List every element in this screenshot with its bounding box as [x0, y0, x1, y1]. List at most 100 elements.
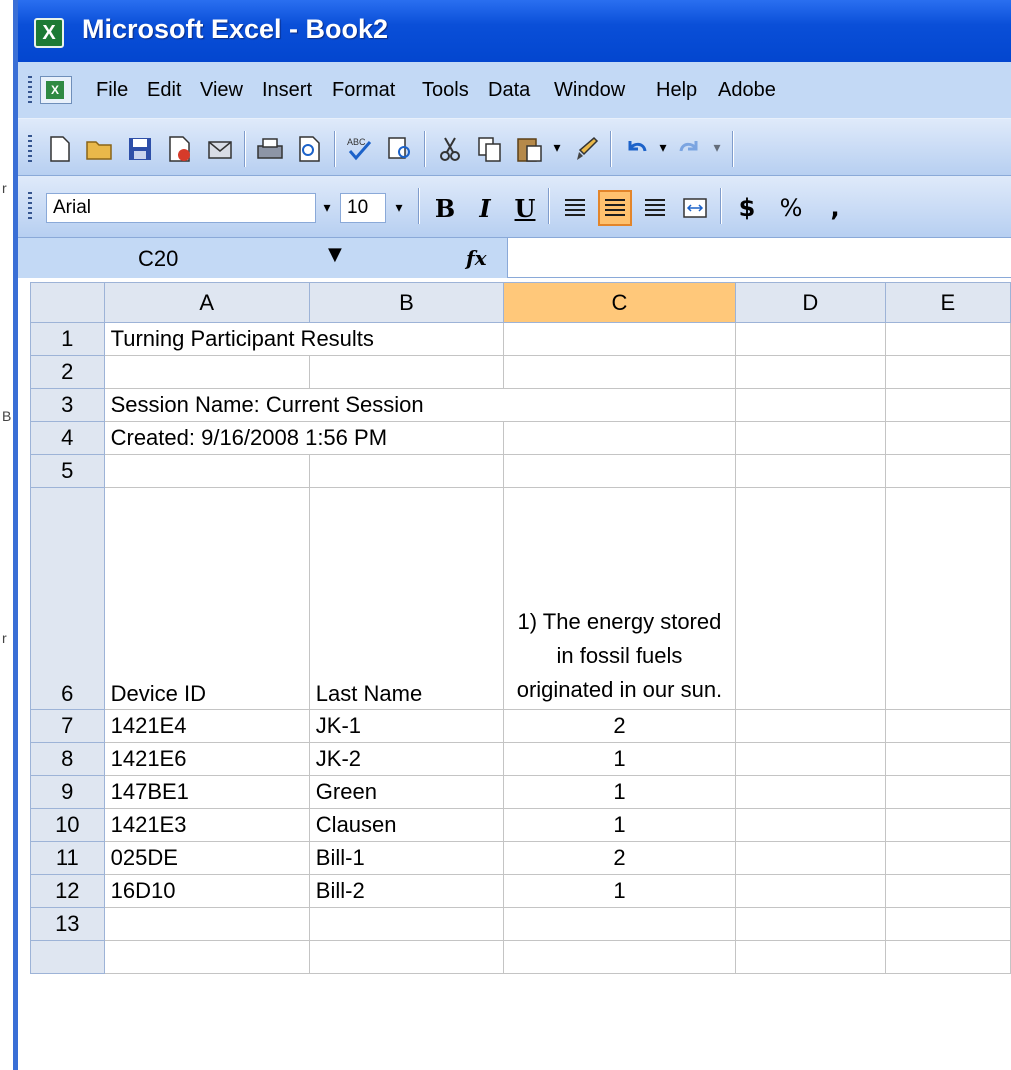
cell-e2[interactable]	[884, 355, 1011, 389]
cell-e12[interactable]	[884, 874, 1011, 908]
currency-button[interactable]: $	[730, 190, 764, 226]
row-header[interactable]: 6	[30, 487, 105, 710]
cell-d7[interactable]	[734, 709, 886, 743]
email-icon[interactable]	[204, 133, 236, 165]
cell-d5[interactable]	[734, 454, 886, 488]
cell-c5[interactable]	[503, 454, 736, 488]
menu-view[interactable]: View	[200, 79, 243, 102]
cell-a1[interactable]: Turning Participant Results	[103, 322, 374, 356]
merge-center-button[interactable]	[678, 190, 712, 226]
cell-d4[interactable]	[734, 421, 886, 455]
align-left-button[interactable]	[558, 190, 592, 226]
cell-c7[interactable]: 2	[503, 709, 736, 743]
cell-a6[interactable]: Device ID	[103, 487, 310, 710]
toolbar-grip-handle[interactable]	[28, 192, 32, 220]
menu-data[interactable]: Data	[488, 79, 530, 102]
cell-d10[interactable]	[734, 808, 886, 842]
row-header[interactable]: 11	[30, 841, 105, 875]
cell-c14[interactable]	[503, 940, 736, 974]
row-header[interactable]: 3	[30, 388, 105, 422]
comma-style-button[interactable]: ,	[818, 190, 852, 226]
formula-input[interactable]	[510, 238, 1010, 278]
cell-a3[interactable]: Session Name: Current Session	[103, 388, 424, 422]
cell-c1[interactable]	[503, 322, 736, 356]
row-header[interactable]: 5	[30, 454, 105, 488]
cell-a9[interactable]: 147BE1	[103, 775, 310, 809]
font-dropdown-icon[interactable]: ▾	[316, 193, 338, 223]
toolbar-grip-handle[interactable]	[28, 135, 32, 163]
save-icon[interactable]	[124, 133, 156, 165]
research-icon[interactable]	[384, 133, 416, 165]
insert-function-icon[interactable]: fx	[466, 246, 487, 270]
print-preview-icon[interactable]	[294, 133, 326, 165]
undo-icon[interactable]	[620, 133, 652, 165]
row-header[interactable]: 2	[30, 355, 105, 389]
cell-c12[interactable]: 1	[503, 874, 736, 908]
cell-c6[interactable]: 1) The energy stored in fossil fuels ori…	[503, 487, 736, 710]
cell-b14[interactable]	[308, 940, 505, 974]
select-all-corner[interactable]	[30, 282, 105, 323]
cell-d8[interactable]	[734, 742, 886, 776]
percent-button[interactable]: %	[774, 190, 808, 226]
cell-a11[interactable]: 025DE	[103, 841, 310, 875]
menu-file[interactable]: File	[96, 79, 128, 102]
cell-c13[interactable]	[503, 907, 736, 941]
cell-d2[interactable]	[734, 355, 886, 389]
paste-icon[interactable]	[514, 133, 546, 165]
cell-a5[interactable]	[103, 454, 310, 488]
cell-d11[interactable]	[734, 841, 886, 875]
redo-icon[interactable]	[674, 133, 706, 165]
cell-d1[interactable]	[734, 322, 886, 356]
menu-edit[interactable]: Edit	[147, 79, 181, 102]
cell-b2[interactable]	[308, 355, 505, 389]
cell-e7[interactable]	[884, 709, 1011, 743]
row-header[interactable]: 10	[30, 808, 105, 842]
row-header[interactable]: 12	[30, 874, 105, 908]
cell-d12[interactable]	[734, 874, 886, 908]
center-button[interactable]	[598, 190, 632, 226]
menu-window[interactable]: Window	[554, 79, 625, 102]
column-header-e[interactable]: E	[884, 282, 1011, 323]
cell-a2[interactable]	[103, 355, 310, 389]
redo-dropdown-icon[interactable]: ▾	[706, 133, 728, 163]
cell-e13[interactable]	[884, 907, 1011, 941]
cell-b9[interactable]: Green	[308, 775, 505, 809]
row-header[interactable]: 8	[30, 742, 105, 776]
column-header-b[interactable]: B	[308, 282, 505, 323]
cell-b11[interactable]: Bill-1	[308, 841, 505, 875]
cell-e5[interactable]	[884, 454, 1011, 488]
cell-e3[interactable]	[884, 388, 1011, 422]
cell-e4[interactable]	[884, 421, 1011, 455]
row-header[interactable]: 7	[30, 709, 105, 743]
cell-a8[interactable]: 1421E6	[103, 742, 310, 776]
cut-icon[interactable]	[434, 133, 466, 165]
menu-grip-handle[interactable]	[28, 76, 32, 104]
cell-a4[interactable]: Created: 9/16/2008 1:56 PM	[103, 421, 387, 455]
cell-b12[interactable]: Bill-2	[308, 874, 505, 908]
menu-tools[interactable]: Tools	[422, 79, 469, 102]
new-document-icon[interactable]	[44, 133, 76, 165]
cell-c10[interactable]: 1	[503, 808, 736, 842]
title-bar[interactable]: X Microsoft Excel - Book2	[18, 0, 1011, 62]
cell-a10[interactable]: 1421E3	[103, 808, 310, 842]
cell-c3[interactable]	[503, 388, 736, 422]
cell-a12[interactable]: 16D10	[103, 874, 310, 908]
spelling-icon[interactable]: ABC	[344, 133, 376, 165]
font-size-dropdown-icon[interactable]: ▾	[388, 193, 410, 223]
row-header[interactable]: 13	[30, 907, 105, 941]
menu-format[interactable]: Format	[332, 79, 395, 102]
cell-d3[interactable]	[734, 388, 886, 422]
cell-b5[interactable]	[308, 454, 505, 488]
underline-button[interactable]: U	[508, 190, 542, 226]
row-header[interactable]: 4	[30, 421, 105, 455]
excel-app-icon[interactable]: X	[34, 18, 64, 48]
cell-c11[interactable]: 2	[503, 841, 736, 875]
cell-e6[interactable]	[884, 487, 1011, 710]
column-header-a[interactable]: A	[103, 282, 310, 323]
cell-e11[interactable]	[884, 841, 1011, 875]
format-painter-icon[interactable]	[570, 133, 602, 165]
cell-c8[interactable]: 1	[503, 742, 736, 776]
name-box[interactable]: C20 ▼ fx	[18, 238, 508, 278]
cell-b8[interactable]: JK-2	[308, 742, 505, 776]
row-header[interactable]	[30, 940, 105, 974]
